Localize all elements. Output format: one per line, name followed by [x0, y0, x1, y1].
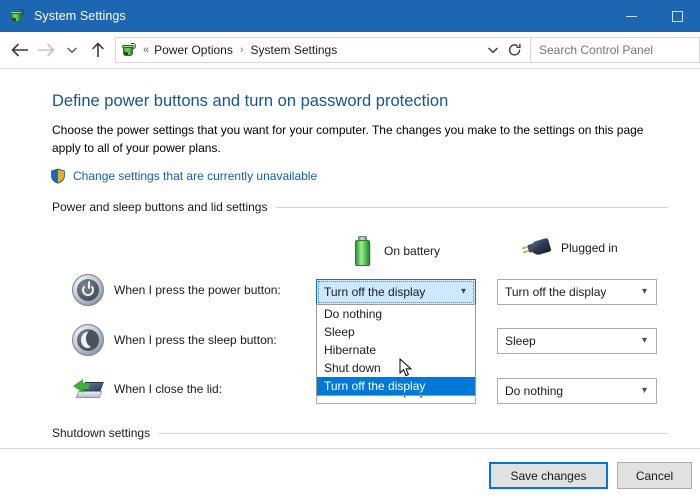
refresh-icon[interactable]	[504, 39, 526, 61]
combobox-power-button-plugged-in[interactable]: Turn off the display ▾	[497, 279, 657, 305]
power-button-icon	[72, 274, 104, 306]
navigation-bar: « Power Options › System Settings	[0, 32, 700, 69]
search-input[interactable]	[531, 42, 699, 58]
combobox-close-lid-plugged-in-value: Do nothing	[498, 384, 563, 398]
chevron-down-icon: ▾	[642, 336, 647, 346]
forward-arrow-icon	[33, 37, 59, 63]
laptop-lid-icon	[72, 373, 104, 405]
section-divider	[159, 433, 668, 434]
section-header-shutdown-settings-label: Shutdown settings	[52, 426, 159, 440]
column-header-plugged-in: Plugged in	[521, 236, 618, 260]
column-header-on-battery-label: On battery	[384, 244, 440, 258]
dropdown-option[interactable]: Hibernate	[317, 341, 475, 359]
dropdown-option[interactable]: Sleep	[317, 323, 475, 341]
combobox-sleep-button-plugged-in-value: Sleep	[498, 334, 536, 348]
window-icon	[9, 8, 25, 24]
cancel-button-label: Cancel	[636, 469, 673, 483]
breadcrumb-separator-icon: ›	[240, 44, 244, 56]
up-arrow-icon[interactable]	[85, 37, 111, 63]
section-header-power-settings: Power and sleep buttons and lid settings	[52, 200, 668, 214]
content-area: Define power buttons and turn on passwor…	[0, 69, 700, 448]
cancel-button[interactable]: Cancel	[617, 462, 692, 489]
combobox-power-button-on-battery-value: Turn off the display	[317, 285, 425, 299]
breadcrumb-overflow-icon[interactable]: «	[143, 44, 149, 56]
dropdown-option[interactable]: Shut down	[317, 359, 475, 377]
section-divider	[276, 207, 668, 208]
search-box[interactable]	[530, 37, 700, 63]
dropdown-list-power-button-on-battery[interactable]: Do nothing Sleep Hibernate Shut down Tur…	[316, 304, 476, 396]
page-description: Choose the power settings that you want …	[52, 121, 652, 157]
chevron-down-icon: ▾	[642, 287, 647, 297]
power-plug-icon	[521, 236, 551, 260]
combobox-power-button-on-battery[interactable]: Turn off the display ▾	[316, 279, 476, 305]
window-controls	[608, 0, 700, 32]
column-header-plugged-in-label: Plugged in	[561, 241, 618, 255]
dropdown-option-selected[interactable]: Turn off the display	[317, 377, 475, 395]
combobox-sleep-button-plugged-in[interactable]: Sleep ▾	[497, 328, 657, 354]
address-dropdown-chevron-down-icon[interactable]	[482, 39, 504, 61]
recent-locations-chevron-down-icon[interactable]	[59, 37, 85, 63]
back-arrow-icon[interactable]	[7, 37, 33, 63]
setting-row-close-lid-label: When I close the lid:	[114, 382, 222, 396]
minimize-button[interactable]	[608, 0, 654, 32]
setting-row-power-button-label: When I press the power button:	[114, 283, 281, 297]
save-changes-button[interactable]: Save changes	[489, 462, 608, 489]
change-settings-link-label[interactable]: Change settings that are currently unava…	[73, 169, 317, 183]
breadcrumb-item-system-settings[interactable]: System Settings	[251, 43, 338, 57]
window-title: System Settings	[34, 9, 126, 23]
breadcrumb-power-options-icon	[121, 42, 137, 58]
maximize-button[interactable]	[654, 0, 700, 32]
save-changes-button-label: Save changes	[510, 469, 586, 483]
section-header-power-settings-label: Power and sleep buttons and lid settings	[52, 200, 276, 214]
chevron-down-icon: ▾	[461, 287, 466, 297]
chevron-down-icon: ▾	[642, 386, 647, 396]
combobox-power-button-plugged-in-value: Turn off the display	[498, 285, 606, 299]
combobox-close-lid-plugged-in[interactable]: Do nothing ▾	[497, 378, 657, 404]
setting-row-sleep-button-label: When I press the sleep button:	[114, 333, 277, 347]
window-titlebar: System Settings	[0, 0, 700, 32]
shield-icon	[50, 168, 66, 184]
page-title: Define power buttons and turn on passwor…	[52, 92, 448, 111]
section-header-shutdown-settings: Shutdown settings	[52, 426, 668, 440]
sleep-moon-icon	[72, 324, 104, 356]
change-settings-link[interactable]: Change settings that are currently unava…	[50, 168, 317, 184]
footer-bar: Save changes Cancel	[0, 448, 700, 504]
address-bar[interactable]: « Power Options › System Settings	[115, 37, 530, 63]
dropdown-option[interactable]: Do nothing	[317, 305, 475, 323]
breadcrumb-item-power-options[interactable]: Power Options	[154, 43, 233, 57]
battery-icon	[352, 236, 374, 266]
column-header-on-battery: On battery	[352, 236, 440, 266]
